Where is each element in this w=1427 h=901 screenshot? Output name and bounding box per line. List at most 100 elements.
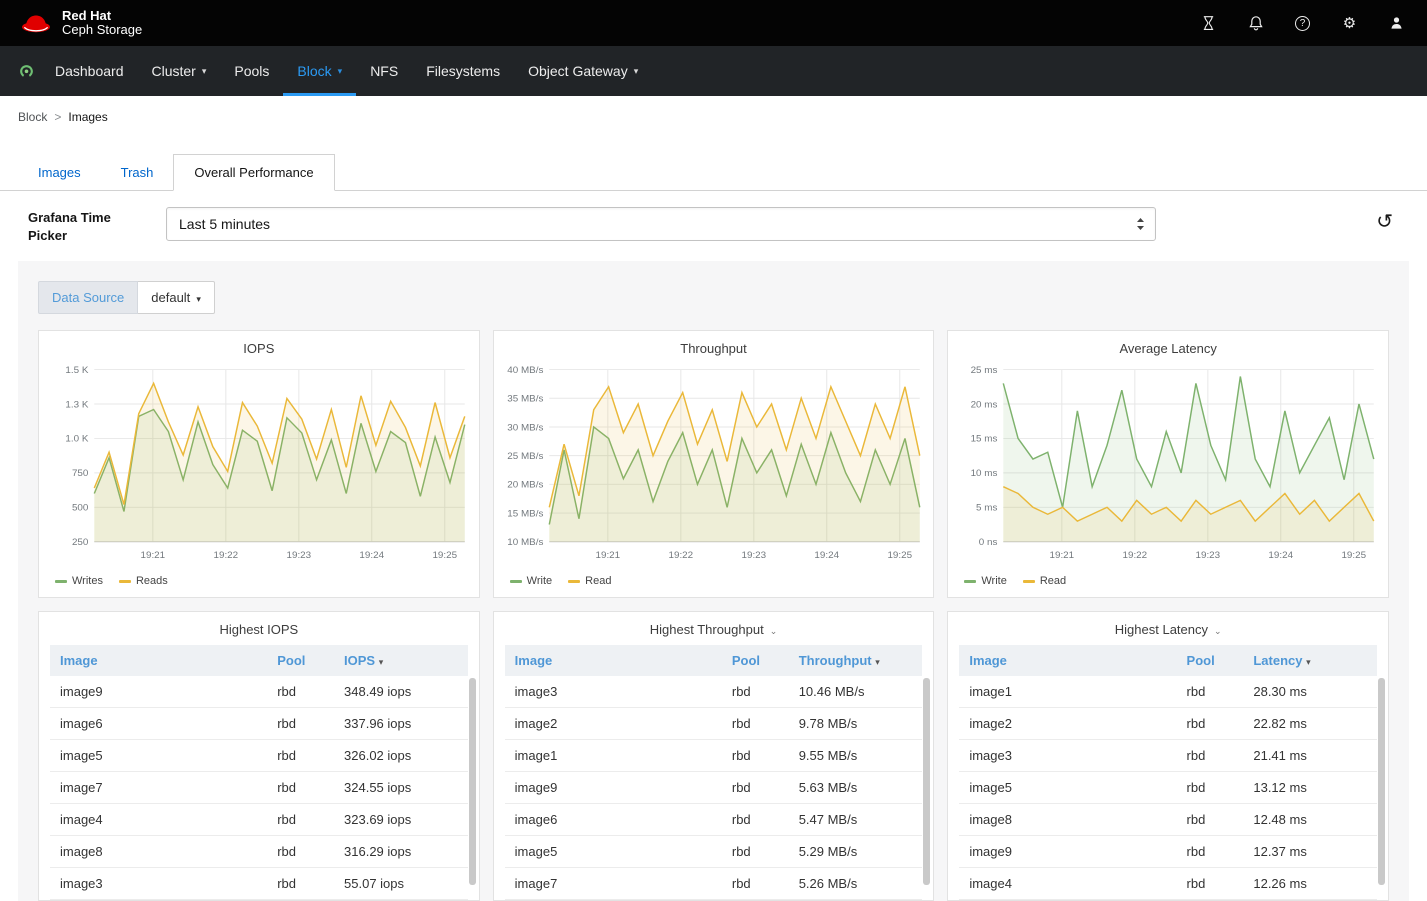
legend-item-write[interactable]: Write — [964, 575, 1006, 587]
svg-text:20 MB/s: 20 MB/s — [507, 480, 543, 491]
redhat-hat-icon — [18, 11, 54, 35]
user-icon[interactable] — [1388, 15, 1405, 32]
table-cell: 28.30 ms — [1243, 676, 1377, 708]
svg-text:5 ms: 5 ms — [976, 503, 997, 514]
svg-text:19:23: 19:23 — [287, 550, 312, 561]
bell-icon[interactable] — [1247, 15, 1264, 32]
column-header-pool[interactable]: Pool — [267, 645, 334, 676]
table-cell: image1 — [959, 676, 1176, 708]
nav-item-filesystems[interactable]: Filesystems — [412, 46, 514, 96]
ceph-logo-icon — [8, 46, 41, 96]
time-picker-row: Grafana Time Picker Last 5 minutes ↺ — [0, 191, 1427, 255]
table-scrollbar[interactable] — [469, 676, 476, 891]
table-row: image7rbd5.26 MB/s — [505, 868, 923, 900]
gear-icon[interactable]: ⚙ — [1341, 15, 1358, 32]
legend-item-write[interactable]: Write — [510, 575, 552, 587]
nav-item-block[interactable]: Block▾ — [283, 46, 356, 96]
table-cell: 5.26 MB/s — [789, 868, 923, 900]
table-card-highest-throughput: Highest Throughput⌄ ImagePoolThroughput … — [493, 611, 935, 901]
table-cell: rbd — [722, 836, 789, 868]
brand-text: Red Hat Ceph Storage — [62, 9, 142, 38]
throughput-chart: 10 MB/s15 MB/s20 MB/s25 MB/s30 MB/s35 MB… — [494, 360, 934, 572]
table-cell: image9 — [959, 836, 1176, 868]
column-header-latency[interactable]: Latency ▾ — [1243, 645, 1377, 676]
scrollbar-thumb[interactable] — [1378, 678, 1385, 884]
legend-swatch — [55, 580, 67, 583]
table-cell: image5 — [959, 772, 1176, 804]
chevron-down-icon: ▾ — [196, 294, 201, 304]
column-header-image[interactable]: Image — [959, 645, 1176, 676]
breadcrumb-block[interactable]: Block — [18, 110, 47, 124]
datasource-button[interactable]: Data Source — [38, 281, 138, 314]
scrollbar-thumb[interactable] — [923, 678, 930, 884]
table-cell: image9 — [505, 772, 722, 804]
chart-legend: Writes Reads — [39, 572, 479, 597]
column-header-throughput[interactable]: Throughput ▾ — [789, 645, 923, 676]
nav-item-label: Object Gateway — [528, 63, 628, 79]
svg-text:750: 750 — [72, 469, 88, 480]
nav-item-object-gateway[interactable]: Object Gateway▾ — [514, 46, 652, 96]
help-icon[interactable]: ? — [1294, 15, 1311, 32]
table-cell: 5.63 MB/s — [789, 772, 923, 804]
column-header-iops[interactable]: IOPS ▾ — [334, 645, 468, 676]
datasource-value-button[interactable]: default▾ — [138, 281, 215, 314]
table-cell: 326.02 iops — [334, 740, 468, 772]
table-scrollbar[interactable] — [923, 676, 930, 891]
column-header-pool[interactable]: Pool — [722, 645, 789, 676]
column-header-pool[interactable]: Pool — [1177, 645, 1244, 676]
redhat-logo: Red Hat Ceph Storage — [18, 9, 142, 38]
tab-images[interactable]: Images — [18, 155, 101, 190]
legend-item-read[interactable]: Read — [568, 575, 611, 587]
nav-item-cluster[interactable]: Cluster▾ — [138, 46, 221, 96]
table-row: image9rbd12.37 ms — [959, 836, 1377, 868]
table-cell: image4 — [50, 804, 267, 836]
refresh-button[interactable]: ↺ — [1376, 207, 1393, 232]
scrollbar-thumb[interactable] — [469, 678, 476, 884]
svg-text:19:25: 19:25 — [887, 550, 912, 561]
legend-item-read[interactable]: Read — [1023, 575, 1066, 587]
svg-text:15 ms: 15 ms — [971, 434, 998, 445]
highest-throughput-table: ImagePoolThroughput ▾image3rbd10.46 MB/s… — [505, 645, 923, 900]
chart-title: Throughput — [494, 331, 934, 360]
table-cell: 12.37 ms — [1243, 836, 1377, 868]
svg-text:500: 500 — [72, 503, 88, 514]
iops-chart: 2505007501.0 K1.3 K1.5 K19:2119:2219:231… — [39, 360, 479, 572]
tab-trash[interactable]: Trash — [101, 155, 174, 190]
table-cell: image8 — [959, 804, 1176, 836]
table-scrollbar[interactable] — [1378, 676, 1385, 891]
table-title-text: Highest IOPS — [219, 622, 298, 637]
table-cell: 348.49 iops — [334, 676, 468, 708]
svg-text:19:22: 19:22 — [1123, 550, 1148, 561]
column-header-image[interactable]: Image — [50, 645, 267, 676]
legend-swatch — [119, 580, 131, 583]
chevron-down-icon: ⌄ — [1214, 626, 1222, 636]
table-cell: 55.07 iops — [334, 868, 468, 900]
table-cell: rbd — [1177, 868, 1244, 900]
nav-item-nfs[interactable]: NFS — [356, 46, 412, 96]
grafana-time-picker-select[interactable]: Last 5 minutes — [166, 207, 1156, 241]
table-row: image6rbd337.96 iops — [50, 708, 468, 740]
legend-item-reads[interactable]: Reads — [119, 575, 168, 587]
table-cell: 337.96 iops — [334, 708, 468, 740]
sort-caret-icon: ▾ — [875, 657, 880, 667]
nav-item-dashboard[interactable]: Dashboard — [41, 46, 138, 96]
legend-item-writes[interactable]: Writes — [55, 575, 103, 587]
svg-text:19:24: 19:24 — [1269, 550, 1294, 561]
table-cell: rbd — [1177, 804, 1244, 836]
table-cell: rbd — [1177, 708, 1244, 740]
table-cell: 5.29 MB/s — [789, 836, 923, 868]
table-row: image3rbd21.41 ms — [959, 740, 1377, 772]
breadcrumb-images: Images — [68, 110, 107, 124]
table-row: image3rbd55.07 iops — [50, 868, 468, 900]
svg-text:1.0 K: 1.0 K — [65, 434, 89, 445]
question-mark: ? — [1295, 16, 1310, 31]
table-cell: image1 — [505, 740, 722, 772]
tab-overall-performance[interactable]: Overall Performance — [173, 154, 334, 191]
column-header-image[interactable]: Image — [505, 645, 722, 676]
hourglass-icon[interactable] — [1200, 15, 1217, 32]
legend-swatch — [964, 580, 976, 583]
nav-item-pools[interactable]: Pools — [220, 46, 283, 96]
breadcrumb: Block > Images — [0, 96, 1427, 128]
svg-text:30 MB/s: 30 MB/s — [507, 423, 543, 434]
table-cell: rbd — [1177, 836, 1244, 868]
